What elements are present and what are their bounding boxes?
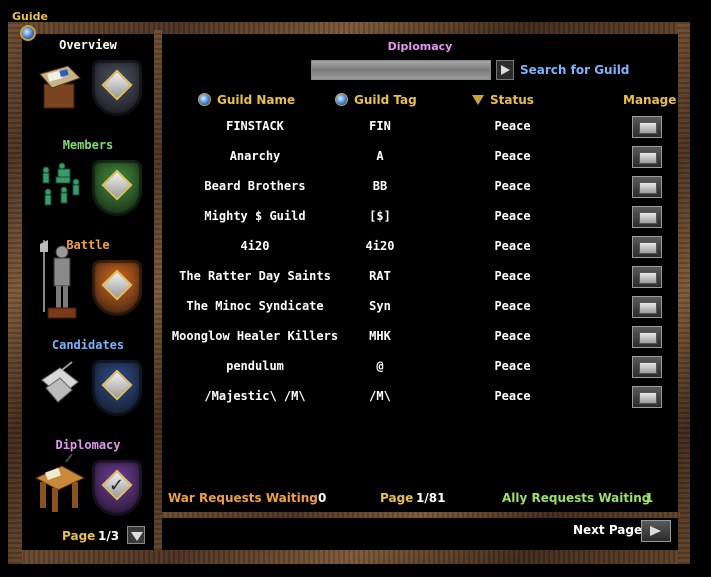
ally-requests-label: Ally Requests Waiting (502, 491, 651, 505)
guild-tag: A (376, 149, 384, 163)
guild-name: Anarchy (229, 149, 281, 163)
guild-name: The Minoc Syndicate (186, 299, 324, 313)
globe-icon (198, 93, 211, 106)
table-row: Beard Brothers BB Peace (160, 174, 680, 204)
overview-shield-icon[interactable] (92, 60, 142, 116)
frame-bottom-border (8, 550, 690, 564)
guild-status: Peace (494, 239, 531, 253)
guild-tag: Syn (369, 299, 391, 313)
war-requests-count: 0 (318, 491, 327, 505)
ally-requests-count: 1 (645, 491, 654, 505)
guild-name: FINSTACK (226, 119, 284, 133)
guild-name: Beard Brothers (204, 179, 306, 193)
manage-button[interactable] (632, 116, 662, 138)
search-arrow-button[interactable] (496, 60, 514, 80)
guild-tag: FIN (369, 119, 391, 133)
main-page-label: Page (380, 491, 414, 505)
manage-button[interactable] (632, 386, 662, 408)
manage-button[interactable] (632, 356, 662, 378)
frame-top-border (8, 22, 690, 34)
sidebar-page-value: 1/3 (98, 529, 120, 543)
sidebar-item-label: Overview (59, 38, 117, 52)
battle-shield-icon[interactable] (92, 260, 142, 316)
next-page-label: Next Page (573, 523, 643, 537)
table-row: pendulum @ Peace (160, 354, 680, 384)
guild-status: Peace (494, 119, 531, 133)
manage-button[interactable] (632, 176, 662, 198)
table-row: FINSTACK FIN Peace (160, 114, 680, 144)
column-header-guild-name[interactable]: Guild Name (198, 93, 295, 107)
table-row: /Majestic\ /M\ /M\ Peace (160, 384, 680, 414)
main-page-value: 1/81 (416, 491, 446, 505)
frame-left-border (8, 22, 22, 564)
column-header-manage: Manage (623, 93, 677, 107)
table-row: The Ratter Day Saints RAT Peace (160, 264, 680, 294)
guild-tag: /M\ (369, 389, 391, 403)
table-row: Mighty $ Guild [$] Peace (160, 204, 680, 234)
members-figures-icon (38, 160, 82, 212)
guild-name: pendulum (226, 359, 284, 373)
battle-armor-icon (38, 238, 82, 322)
column-header-guild-tag[interactable]: Guild Tag (335, 93, 417, 107)
guild-tag: @ (376, 359, 384, 373)
guild-tag: [$] (369, 209, 391, 223)
sort-triangle-icon (472, 95, 484, 105)
manage-button[interactable] (632, 296, 662, 318)
table-row: Anarchy A Peace (160, 144, 680, 174)
guild-search-input[interactable] (311, 60, 491, 80)
sidebar-item-label: Members (62, 138, 114, 152)
table-row: 4i20 4i20 Peace (160, 234, 680, 264)
guild-status: Peace (494, 179, 531, 193)
guild-status: Peace (494, 359, 531, 373)
sidebar-item-label: Diplomacy (55, 438, 121, 452)
diplomacy-shield-icon[interactable]: ✓ (92, 460, 142, 516)
war-requests-label: War Requests Waiting (168, 491, 318, 505)
guild-tag: BB (372, 179, 388, 193)
page-title: Diplomacy (387, 40, 453, 53)
column-header-status[interactable]: Status (472, 93, 534, 107)
manage-button[interactable] (632, 236, 662, 258)
table-row: The Minoc Syndicate Syn Peace (160, 294, 680, 324)
sidebar-page-label: Page (62, 529, 96, 543)
sidebar-next-page-button[interactable] (127, 526, 145, 544)
guild-name: Moonglow Healer Killers (171, 329, 339, 343)
next-page-button[interactable] (641, 520, 671, 542)
window-title: Guide (12, 10, 48, 23)
search-guild-label[interactable]: Search for Guild (520, 63, 629, 77)
manage-button[interactable] (632, 146, 662, 168)
table-row: Moonglow Healer Killers MHK Peace (160, 324, 680, 354)
guild-status: Peace (494, 209, 531, 223)
members-shield-icon[interactable] (92, 160, 142, 216)
guild-status: Peace (494, 149, 531, 163)
guild-tag: RAT (369, 269, 391, 283)
guild-status: Peace (494, 329, 531, 343)
sidebar-item-label: Candidates (51, 338, 125, 352)
guild-name: Mighty $ Guild (204, 209, 306, 223)
globe-icon (335, 93, 348, 106)
candidates-shield-icon[interactable] (92, 360, 142, 416)
overview-table-icon (38, 60, 82, 112)
guild-name: The Ratter Day Saints (179, 269, 331, 283)
manage-button[interactable] (632, 326, 662, 348)
candidates-papers-icon (38, 360, 82, 412)
guild-status: Peace (494, 389, 531, 403)
guild-status: Peace (494, 299, 531, 313)
manage-button[interactable] (632, 206, 662, 228)
guild-tag: MHK (369, 329, 391, 343)
guild-tag: 4i20 (365, 239, 395, 253)
guild-status: Peace (494, 269, 531, 283)
frame-footer-divider (162, 512, 680, 518)
checkmark-icon: ✓ (109, 475, 125, 496)
diplomacy-desk-icon (32, 452, 86, 516)
guild-name: 4i20 (240, 239, 270, 253)
manage-button[interactable] (632, 266, 662, 288)
guild-name: /Majestic\ /M\ (204, 389, 306, 403)
